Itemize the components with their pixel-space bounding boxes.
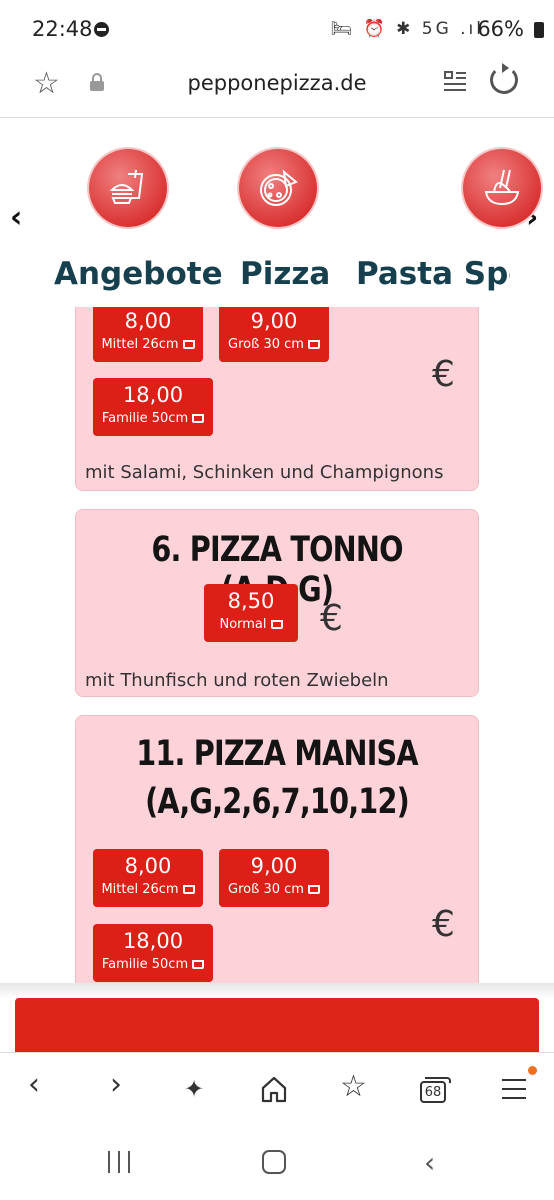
price-value: 8,50 <box>227 589 275 613</box>
category-label-angebote[interactable]: Angebote <box>54 256 223 292</box>
status-time: 22:48 <box>32 17 93 41</box>
cart-icon <box>270 620 283 629</box>
cart-icon <box>192 960 205 969</box>
bookmarks-icon[interactable]: ☆ <box>340 1069 367 1104</box>
cart-icon <box>192 414 205 423</box>
status-icons: 🛏 ⏰ ✱ 5G .ıl <box>330 19 484 39</box>
menu-card: 6. PIZZA TONNO (A,D,G) 8,50 Normal € mit… <box>75 509 479 697</box>
category-label-pizza[interactable]: Pizza <box>240 256 330 292</box>
sparkle-icon[interactable]: ✦ <box>184 1075 204 1103</box>
category-carousel: ‹ › Angebote Pizza Pasta Spez <box>0 119 554 307</box>
recent-apps-icon[interactable] <box>108 1151 132 1173</box>
system-back-icon[interactable]: ‹ <box>424 1146 435 1179</box>
price-size: Mittel 26cm <box>93 882 203 897</box>
battery-icon <box>534 22 544 38</box>
price-value: 9,00 <box>250 309 298 333</box>
browser-toolbar: ‹ › ✦ ☆ 68 <box>0 1052 554 1130</box>
menu-card: 8,00 Mittel 26cm 9,00 Groß 30 cm 18,00 F… <box>75 307 479 491</box>
price-size: Groß 30 cm <box>219 337 329 352</box>
price-value: 18,00 <box>122 929 184 953</box>
pizza-icon[interactable] <box>239 149 317 227</box>
item-title-line-1: 11. PIZZA MANISA <box>136 734 418 774</box>
system-home-icon[interactable] <box>262 1150 286 1174</box>
cart-icon <box>307 885 320 894</box>
cart-icon <box>307 340 320 349</box>
url-text[interactable]: pepponepizza.de <box>0 71 554 95</box>
reader-mode-icon[interactable] <box>444 70 466 92</box>
price-value: 8,00 <box>124 854 172 878</box>
price-button-familie[interactable]: 18,00 Familie 50cm <box>93 378 213 436</box>
price-size: Mittel 26cm <box>93 337 203 352</box>
price-size: Familie 50cm <box>93 957 213 972</box>
forward-icon[interactable]: › <box>110 1067 122 1102</box>
banner-shadow <box>0 983 554 999</box>
currency-symbol: € <box>432 904 455 945</box>
back-icon[interactable]: ‹ <box>28 1067 40 1102</box>
price-value: 9,00 <box>250 854 298 878</box>
price-size: Familie 50cm <box>93 411 213 426</box>
burger-drink-icon[interactable] <box>89 149 167 227</box>
cart-icon <box>182 340 195 349</box>
price-button-familie[interactable]: 18,00 Familie 50cm <box>93 924 213 982</box>
price-button-mittel[interactable]: 8,00 Mittel 26cm <box>93 307 203 362</box>
cart-icon <box>182 885 195 894</box>
reload-icon[interactable] <box>490 63 518 94</box>
price-button-mittel[interactable]: 8,00 Mittel 26cm <box>93 849 203 907</box>
home-icon[interactable] <box>260 1075 288 1111</box>
carousel-prev-arrow-icon[interactable]: ‹ <box>10 200 22 235</box>
price-size: Normal <box>204 617 298 632</box>
cart-banner[interactable] <box>15 998 539 1052</box>
notification-dot <box>528 1066 537 1075</box>
price-button-gross[interactable]: 9,00 Groß 30 cm <box>219 849 329 907</box>
price-button-gross[interactable]: 9,00 Groß 30 cm <box>219 307 329 362</box>
price-value: 8,00 <box>124 309 172 333</box>
item-description: mit Salami, Schinken und Champignons <box>85 462 444 483</box>
price-value: 18,00 <box>122 383 184 407</box>
item-description: mit Thunfisch und roten Zwiebeln <box>85 670 389 691</box>
tabs-count-icon[interactable]: 68 <box>420 1077 451 1103</box>
menu-list: 8,00 Mittel 26cm 9,00 Groß 30 cm 18,00 F… <box>0 307 554 987</box>
status-bar: 22:48 🛏 ⏰ ✱ 5G .ıl 66% <box>0 0 554 58</box>
system-navigation: ‹ <box>0 1130 554 1200</box>
pasta-icon[interactable] <box>463 149 541 227</box>
item-title-line-2: (A,G,2,6,7,10,12) <box>145 782 410 822</box>
price-button-normal[interactable]: 8,50 Normal <box>204 584 298 642</box>
do-not-disturb-icon <box>94 22 109 37</box>
menu-card: 11. PIZZA MANISA (A,G,2,6,7,10,12) 8,00 … <box>75 715 479 987</box>
currency-symbol: € <box>320 598 343 639</box>
price-size: Groß 30 cm <box>219 882 329 897</box>
currency-symbol: € <box>432 354 455 395</box>
browser-url-bar: ☆ pepponepizza.de <box>0 58 554 118</box>
category-label-pasta[interactable]: Pasta Spez <box>356 256 510 292</box>
battery-percent: 66% <box>477 17 524 41</box>
